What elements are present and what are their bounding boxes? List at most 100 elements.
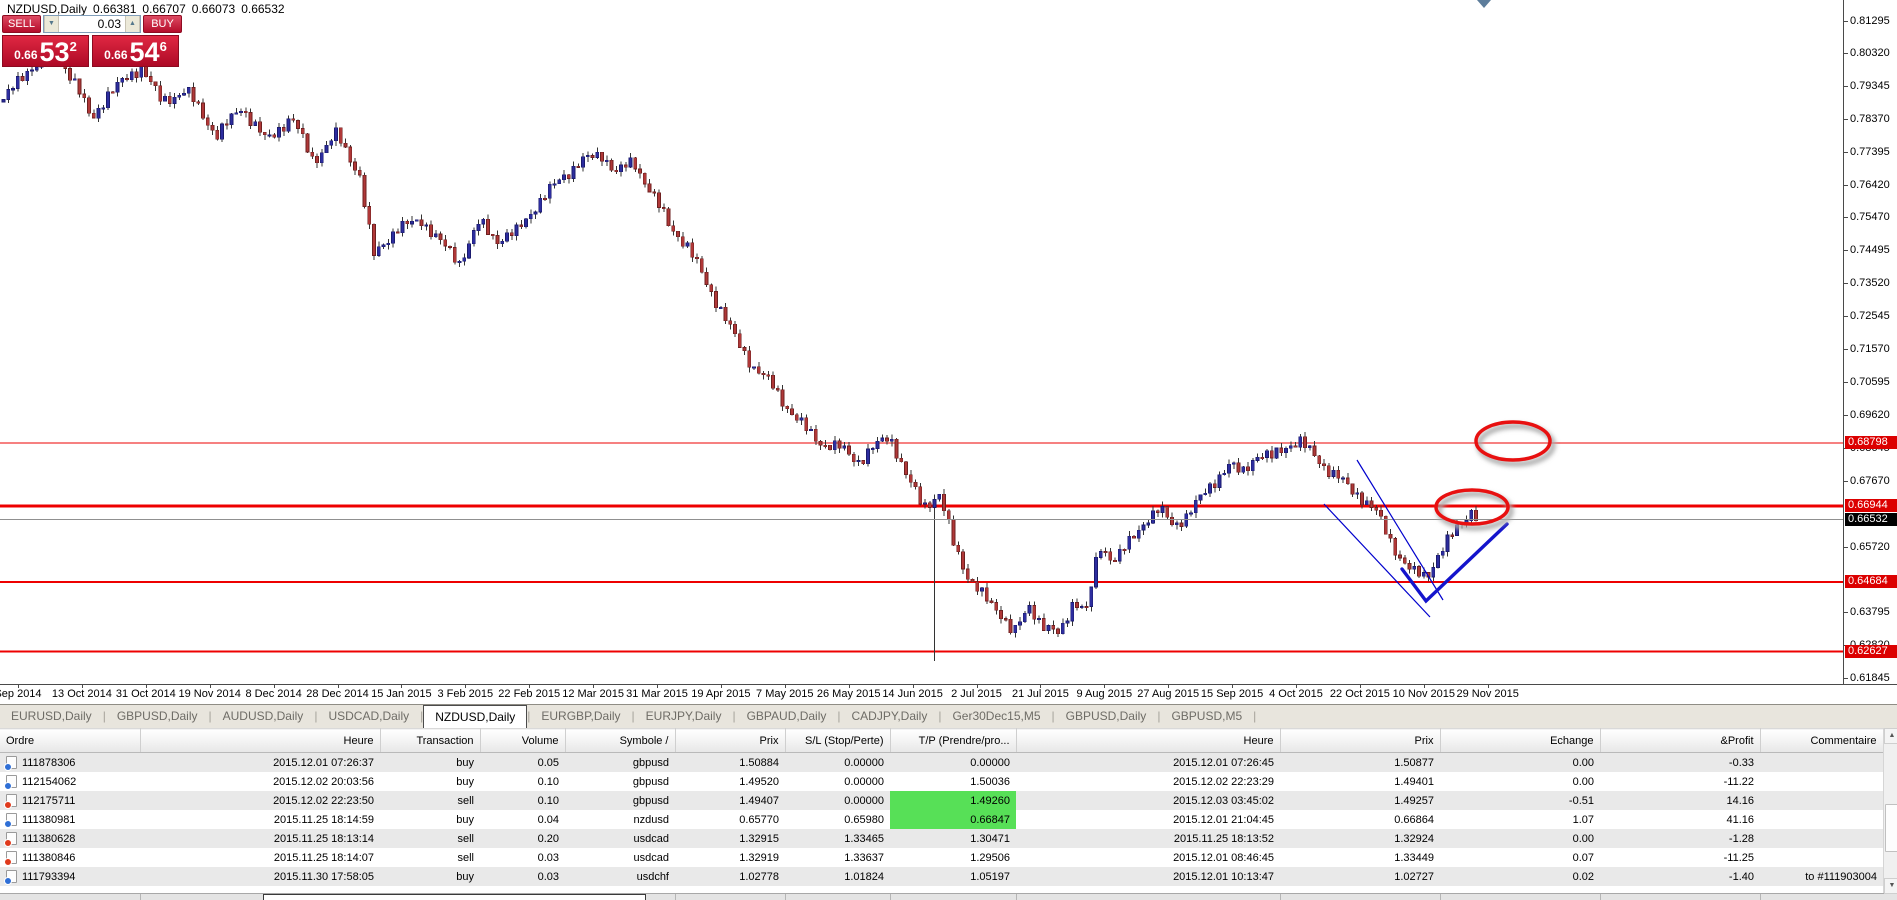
order-cell: 1.50036 <box>890 772 1016 791</box>
chart-tab-eurjpy-daily[interactable]: EURJPY,Daily <box>635 705 733 729</box>
date-axis[interactable]: Sep 201413 Oct 201431 Oct 201419 Nov 201… <box>0 684 1897 705</box>
candlestick-chart[interactable] <box>0 0 1843 683</box>
order-row[interactable]: 1117933942015.11.30 17:58:05buy0.03usdch… <box>0 867 1883 886</box>
price-tick-label: 0.80320 <box>1850 47 1890 59</box>
chart-tab-ger30dec15-m5[interactable]: Ger30Dec15,M5 <box>941 705 1051 729</box>
date-tick-label: 9 Aug 2015 <box>1076 688 1132 700</box>
order-cell: 0.04 <box>480 810 565 829</box>
order-cell: 1.49407 <box>675 791 785 810</box>
order-row[interactable]: 1118783062015.12.01 07:26:37buy0.05gbpus… <box>0 753 1883 773</box>
column-header-symbole-[interactable]: Symbole / <box>565 729 675 753</box>
date-tick-label: 10 Nov 2015 <box>1393 688 1455 700</box>
order-cell: 2015.12.02 20:03:56 <box>140 772 380 791</box>
price-tick-label: 0.72545 <box>1850 310 1890 322</box>
order-cell: 2015.12.01 10:13:47 <box>1016 867 1280 886</box>
order-cell: 1.32919 <box>675 848 785 867</box>
chart-tab-eurusd-daily[interactable]: EURUSD,Daily <box>0 705 103 729</box>
support-resistance-lines[interactable] <box>0 443 1843 651</box>
price-tick-label: 0.65720 <box>1850 541 1890 553</box>
order-cell: nzdusd <box>565 810 675 829</box>
scroll-up-icon[interactable]: ▲ <box>1884 728 1897 744</box>
order-cell: 0.02 <box>1440 867 1600 886</box>
order-cell: 1.30471 <box>890 829 1016 848</box>
chart-tab-eurgbp-daily[interactable]: EURGBP,Daily <box>530 705 631 729</box>
order-cell: 0.66847 <box>890 810 1016 829</box>
order-cell: 1.01824 <box>785 867 890 886</box>
order-cell: gbpusd <box>565 772 675 791</box>
sliver-separator <box>140 894 141 900</box>
sliver-separator <box>1600 894 1601 900</box>
date-tick-label: Sep 2014 <box>0 688 42 700</box>
buy-price-panel[interactable]: 0.66546 <box>92 35 179 67</box>
chart-tab-gbpusd-daily[interactable]: GBPUSD,Daily <box>106 705 209 729</box>
order-cell: 1.49401 <box>1280 772 1440 791</box>
order-cell: -0.51 <box>1440 791 1600 810</box>
order-sell-icon <box>6 832 17 845</box>
scroll-down-icon[interactable]: ▼ <box>1884 878 1897 894</box>
order-cell: 0.66864 <box>1280 810 1440 829</box>
scrollbar-thumb[interactable] <box>1885 804 1897 852</box>
order-row[interactable]: 1121757112015.12.02 22:23:50sell0.10gbpu… <box>0 791 1883 810</box>
date-tick-label: 26 May 2015 <box>817 688 881 700</box>
order-cell: usdcad <box>565 848 675 867</box>
chart-tab-nzdusd-daily[interactable]: NZDUSD,Daily <box>423 705 527 729</box>
chart-tab-audusd-daily[interactable]: AUDUSD,Daily <box>212 705 315 729</box>
order-id-cell: 111878306 <box>0 753 140 772</box>
column-header-t-p-prendre-pro-[interactable]: T/P (Prendre/pro... <box>890 729 1016 753</box>
order-cell: 1.02727 <box>1280 867 1440 886</box>
order-row[interactable]: 1113808462015.11.25 18:14:07sell0.03usdc… <box>0 848 1883 867</box>
terminal-orders-panel: OrdreHeureTransactionVolumeSymbole /Prix… <box>0 728 1883 886</box>
column-header-heure[interactable]: Heure <box>1016 729 1280 753</box>
chart-tab-gbpusd-daily[interactable]: GBPUSD,Daily <box>1055 705 1158 729</box>
sell-price-panel[interactable]: 0.66532 <box>2 35 89 67</box>
order-cell: 2015.12.02 22:23:29 <box>1016 772 1280 791</box>
column-header-ordre[interactable]: Ordre <box>0 729 140 753</box>
order-cell: to #111903004 <box>1760 867 1883 886</box>
chart-ohlc-readout: NZDUSD,Daily0.663810.667070.660730.66532 <box>7 2 291 16</box>
column-header-heure[interactable]: Heure <box>140 729 380 753</box>
price-tick <box>1844 152 1848 153</box>
date-tick-label: 2 Jul 2015 <box>951 688 1002 700</box>
price-axis[interactable]: 0.812950.803200.793450.783700.773950.764… <box>1843 0 1897 684</box>
one-click-trading-widget: SELL ▼ ▲ BUY 0.66532 0.66546 <box>2 15 182 67</box>
volume-input[interactable] <box>59 16 125 32</box>
order-row[interactable]: 1113806282015.11.25 18:13:14sell0.20usdc… <box>0 829 1883 848</box>
buy-button[interactable]: BUY <box>143 15 182 33</box>
terminal-scrollbar[interactable]: ▲ ▼ <box>1883 728 1897 893</box>
sliver-separator <box>1760 894 1761 900</box>
chart-shift-marker-icon[interactable] <box>1477 0 1491 8</box>
price-tick-label: 0.81295 <box>1850 15 1890 27</box>
column-header-echange[interactable]: Echange <box>1440 729 1600 753</box>
volume-decrease-icon[interactable]: ▼ <box>44 16 59 32</box>
column-header-volume[interactable]: Volume <box>480 729 565 753</box>
order-row[interactable]: 1113809812015.11.25 18:14:59buy0.04nzdus… <box>0 810 1883 829</box>
date-tick-label: 8 Dec 2014 <box>245 688 301 700</box>
column-header-s-l-stop-perte-[interactable]: S/L (Stop/Perte) <box>785 729 890 753</box>
annotation-ellipses[interactable] <box>1436 422 1553 528</box>
sell-button[interactable]: SELL <box>2 15 41 33</box>
order-cell: sell <box>380 829 480 848</box>
chart-tab-gbpaud-daily[interactable]: GBPAUD,Daily <box>736 705 838 729</box>
volume-increase-icon[interactable]: ▲ <box>125 16 140 32</box>
price-tick <box>1844 250 1848 251</box>
price-tick <box>1844 415 1848 416</box>
order-buy-icon <box>6 756 17 769</box>
chart-tab-usdcad-daily[interactable]: USDCAD,Daily <box>317 705 420 729</box>
order-cell: 1.05197 <box>890 867 1016 886</box>
order-cell: buy <box>380 810 480 829</box>
price-tick <box>1844 283 1848 284</box>
price-tick-label: 0.61845 <box>1850 672 1890 684</box>
column-header-commentaire[interactable]: Commentaire <box>1760 729 1883 753</box>
column-header-prix[interactable]: Prix <box>675 729 785 753</box>
order-cell: 2015.11.25 18:13:52 <box>1016 829 1280 848</box>
chart-tab-gbpusd-m5[interactable]: GBPUSD,M5 <box>1160 705 1253 729</box>
chart-tab-cadjpy-daily[interactable]: CADJPY,Daily <box>841 705 939 729</box>
price-tick <box>1844 678 1848 679</box>
column-header--profit[interactable]: &Profit <box>1600 729 1760 753</box>
column-header-prix[interactable]: Prix <box>1280 729 1440 753</box>
column-header-transaction[interactable]: Transaction <box>380 729 480 753</box>
order-cell <box>1760 829 1883 848</box>
sliver-separator <box>1280 894 1281 900</box>
price-tick-label: 0.67670 <box>1850 475 1890 487</box>
order-row[interactable]: 1121540622015.12.02 20:03:56buy0.10gbpus… <box>0 772 1883 791</box>
